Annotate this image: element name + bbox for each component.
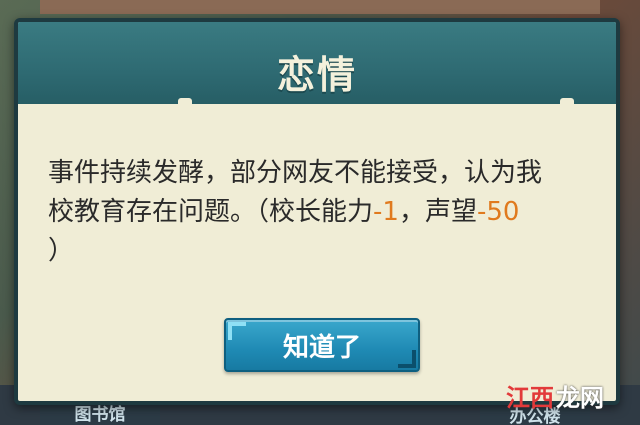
principal-ability-delta: -1 bbox=[373, 197, 399, 227]
site-watermark: 江西 龙网 bbox=[506, 378, 604, 413]
header-notch-right bbox=[560, 98, 574, 108]
background-building-roof bbox=[40, 0, 600, 14]
ok-button[interactable]: 知道了 bbox=[224, 318, 420, 372]
dialog-message: 事件持续发酵，部分网友不能接受，认为我 校教育存在问题。（校长能力-1，声望-5… bbox=[48, 154, 596, 271]
message-line-3: ） bbox=[48, 236, 75, 266]
dialog-title: 恋情 bbox=[276, 53, 357, 97]
dialog-header: 恋情 bbox=[18, 22, 616, 114]
event-dialog: 恋情 事件持续发酵，部分网友不能接受，认为我 校教育存在问题。（校长能力-1，声… bbox=[14, 18, 620, 405]
header-notch-left bbox=[178, 98, 192, 108]
message-separator: ，声望 bbox=[398, 197, 477, 227]
message-line-2-prefix: 校教育存在问题。（校长能力 bbox=[48, 197, 374, 227]
message-line-2: 校教育存在问题。（校长能力-1，声望-50 bbox=[48, 193, 596, 232]
watermark-part-2: 龙网 bbox=[556, 384, 604, 412]
message-line-1: 事件持续发酵，部分网友不能接受，认为我 bbox=[48, 158, 543, 188]
reputation-delta: -50 bbox=[476, 197, 520, 227]
watermark-part-1: 江西 bbox=[506, 384, 554, 412]
